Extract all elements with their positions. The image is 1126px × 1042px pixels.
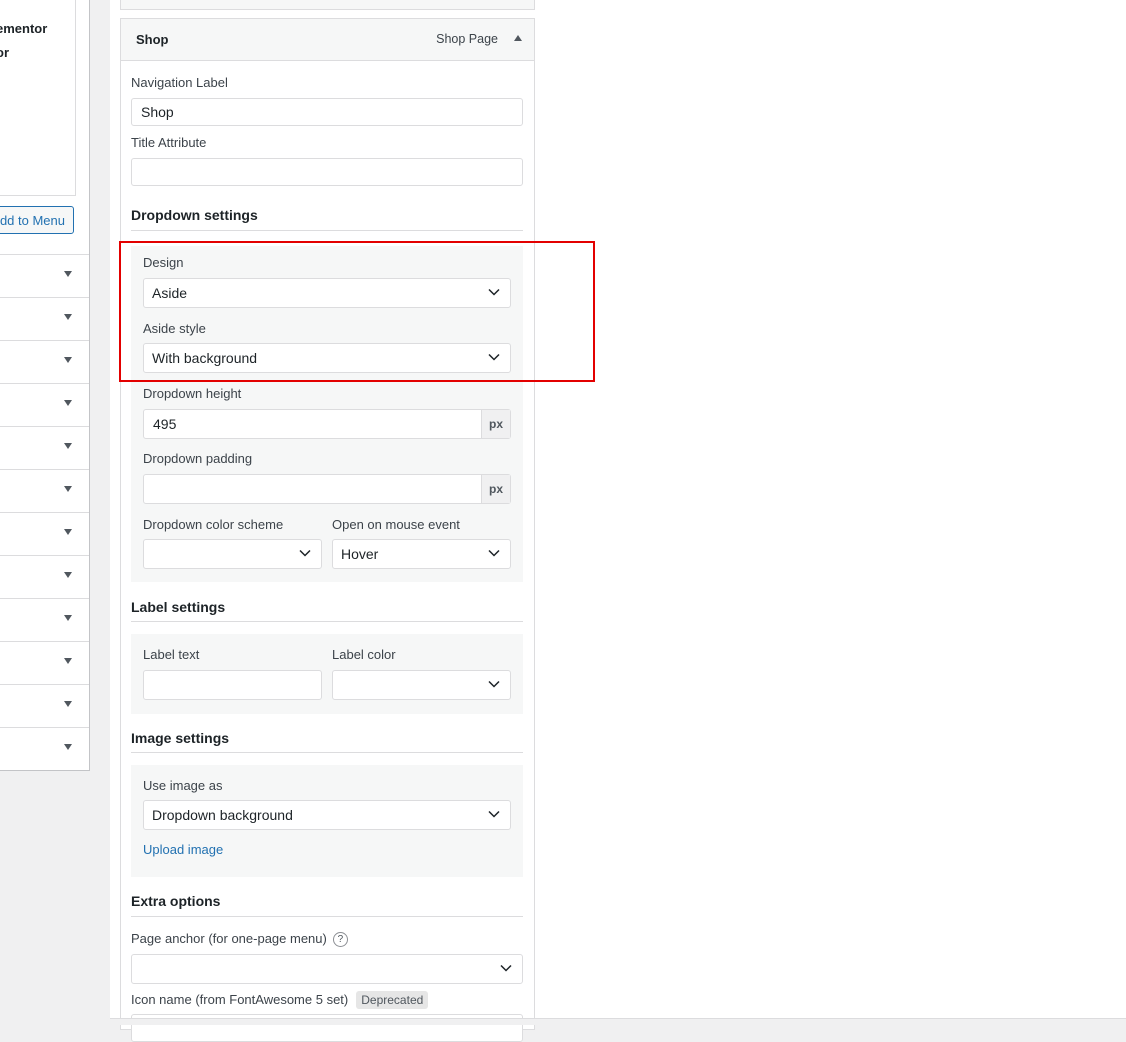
page-anchor-select[interactable] — [131, 954, 523, 984]
deprecated-badge: Deprecated — [356, 991, 429, 1009]
dropdown-padding-label: Dropdown padding — [143, 451, 253, 466]
expand-arrow-icon — [64, 443, 72, 449]
accordion-row[interactable] — [0, 641, 89, 684]
icon-name-label: Icon name (from FontAwesome 5 set) Deprec… — [131, 991, 429, 1009]
accordion-row[interactable] — [0, 297, 89, 340]
expand-arrow-icon — [64, 701, 72, 707]
color-scheme-label: Dropdown color scheme — [143, 517, 284, 532]
label-color-select[interactable] — [332, 670, 511, 700]
previous-menu-item[interactable] — [120, 0, 535, 10]
page-anchor-label: Page anchor (for one-page menu)? — [131, 931, 348, 947]
help-icon[interactable]: ? — [332, 932, 348, 947]
chevron-down-icon — [488, 810, 500, 818]
dropdown-height-input[interactable]: 495 px — [143, 409, 511, 439]
accordion-row[interactable] — [0, 727, 89, 770]
menu-item-type: Shop Page — [436, 32, 498, 46]
menu-item-header[interactable]: Shop Shop Page — [121, 19, 534, 61]
chevron-down-icon — [488, 680, 500, 688]
title-attribute-input[interactable] — [131, 158, 523, 186]
icon-name-label-text: Icon name (from FontAwesome 5 set) — [131, 992, 349, 1007]
expand-arrow-icon — [64, 572, 72, 578]
mouse-event-select[interactable]: Hover — [332, 539, 511, 569]
menu-item-title: Shop — [136, 32, 169, 47]
checklist-item[interactable]: or — [0, 45, 9, 60]
extra-options-title: Extra options — [131, 893, 221, 909]
navigation-label-input[interactable]: Shop — [131, 98, 523, 126]
use-image-as-select-value: Dropdown background — [152, 807, 293, 823]
upload-image-link[interactable]: Upload image — [143, 842, 223, 857]
title-attribute-label: Title Attribute — [131, 135, 207, 150]
mouse-event-label: Open on mouse event — [332, 517, 460, 532]
label-color-label: Label color — [332, 647, 396, 662]
label-text-label: Label text — [143, 647, 200, 662]
collapse-arrow-icon[interactable] — [514, 35, 522, 41]
navigation-label-label: Navigation Label — [131, 75, 228, 90]
px-unit-addon: px — [481, 410, 510, 438]
highlight-box — [119, 241, 595, 382]
accordion-row[interactable] — [0, 598, 89, 641]
expand-arrow-icon — [64, 529, 72, 535]
expand-arrow-icon — [64, 744, 72, 750]
accordion-row[interactable] — [0, 426, 89, 469]
expand-arrow-icon — [64, 314, 72, 320]
use-image-as-label: Use image as — [143, 778, 223, 793]
dropdown-height-label: Dropdown height — [143, 386, 242, 401]
items-checklist: ementor or — [0, 0, 76, 196]
divider — [131, 230, 523, 231]
mouse-event-select-value: Hover — [341, 546, 379, 562]
image-settings-title: Image settings — [131, 730, 230, 746]
expand-arrow-icon — [64, 658, 72, 664]
use-image-as-select[interactable]: Dropdown background — [143, 800, 511, 830]
label-settings-title: Label settings — [131, 599, 226, 615]
expand-arrow-icon — [64, 486, 72, 492]
px-unit-addon: px — [481, 475, 510, 503]
accordion-row[interactable] — [0, 340, 89, 383]
checklist-item[interactable]: ementor — [0, 21, 47, 36]
expand-arrow-icon — [64, 615, 72, 621]
divider — [131, 752, 523, 753]
divider — [131, 621, 523, 622]
accordion-row[interactable] — [0, 469, 89, 512]
dropdown-height-value: 495 — [153, 416, 177, 432]
add-menu-items-panel: ementor or dd to Menu — [0, 0, 90, 771]
accordion-row[interactable] — [0, 684, 89, 727]
page-anchor-label-text: Page anchor (for one-page menu) — [131, 931, 327, 946]
label-text-input[interactable] — [143, 670, 322, 700]
dropdown-padding-input[interactable]: px — [143, 474, 511, 504]
expand-arrow-icon — [64, 271, 72, 277]
accordion-row[interactable] — [0, 383, 89, 426]
color-scheme-select[interactable] — [143, 539, 322, 569]
add-to-menu-button[interactable]: dd to Menu — [0, 206, 74, 234]
divider — [131, 916, 523, 917]
accordion-row[interactable] — [0, 512, 89, 555]
chevron-down-icon — [488, 549, 500, 557]
accordion-row[interactable] — [0, 254, 89, 297]
chevron-down-icon — [500, 964, 512, 972]
accordion-row[interactable] — [0, 555, 89, 598]
expand-arrow-icon — [64, 357, 72, 363]
chevron-down-icon — [299, 549, 311, 557]
expand-arrow-icon — [64, 400, 72, 406]
dropdown-settings-title: Dropdown settings — [131, 207, 258, 223]
